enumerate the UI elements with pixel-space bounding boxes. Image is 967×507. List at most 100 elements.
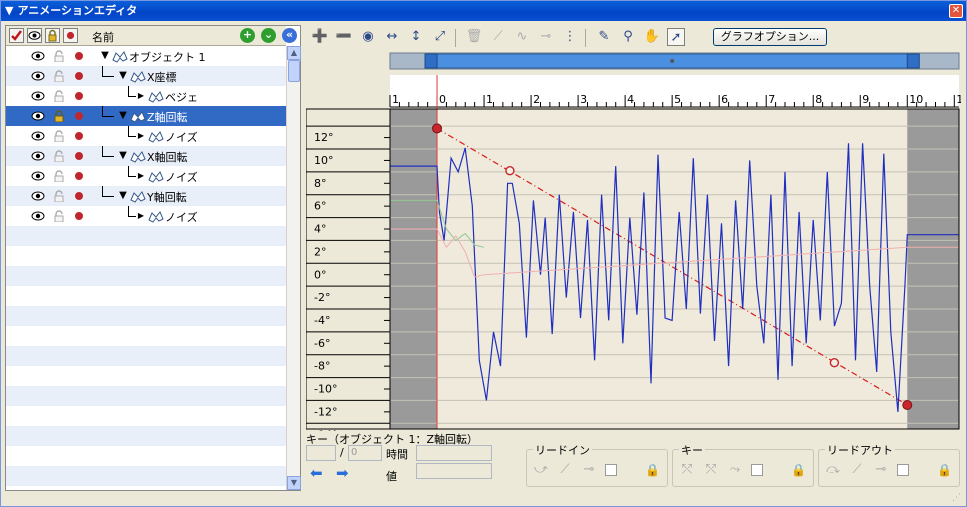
track-row[interactable]	[6, 286, 286, 306]
select-arrow-icon[interactable]: ➚	[667, 28, 685, 46]
record-icon[interactable]	[75, 92, 83, 100]
lock-open-icon[interactable]	[52, 50, 66, 63]
track-row[interactable]: ▶ ノイズ	[6, 206, 286, 226]
lock-closed-icon[interactable]	[52, 110, 66, 123]
scroll-up-icon[interactable]: ▲	[287, 46, 301, 60]
add-point-icon[interactable]: ✎	[595, 28, 613, 46]
eye-icon[interactable]	[31, 130, 45, 142]
step-icon[interactable]: ⊸	[537, 28, 555, 46]
trash-icon[interactable]: 🗑	[465, 28, 483, 46]
record-icon[interactable]	[63, 28, 78, 43]
view-all-icon[interactable]: ◉	[359, 28, 377, 46]
record-icon[interactable]	[75, 212, 83, 220]
lead-in-checkbox[interactable]	[605, 464, 617, 476]
track-row[interactable]	[6, 466, 286, 486]
lead-in-smooth-icon[interactable]: ⤻	[533, 462, 549, 478]
lock-icon[interactable]	[45, 28, 60, 43]
track-row[interactable]: ▶ ノイズ	[6, 126, 286, 146]
eye-icon[interactable]	[31, 110, 45, 122]
track-row[interactable]	[6, 426, 286, 446]
track-row[interactable]: ▶ ノイズ	[6, 166, 286, 186]
track-row[interactable]: ▼ オブジェクト 1	[6, 46, 286, 66]
eye-icon[interactable]	[31, 150, 45, 162]
lock-open-icon[interactable]	[52, 90, 66, 103]
collapse-triangle-icon[interactable]: ▼	[116, 150, 130, 162]
track-row[interactable]: ▶ ベジェ	[6, 86, 286, 106]
record-icon[interactable]	[75, 112, 83, 120]
check-icon[interactable]	[9, 28, 24, 43]
lock-open-icon[interactable]	[52, 190, 66, 203]
eye-icon[interactable]	[31, 210, 45, 222]
record-icon[interactable]	[75, 192, 83, 200]
lock-open-icon[interactable]	[52, 210, 66, 223]
key-point[interactable]	[432, 123, 443, 134]
expand-triangle-icon[interactable]: ▶	[134, 130, 148, 142]
curve-graph[interactable]: 1 0 1 2 3 4 5 6 7 8 9 10 112°10°8°6°4°2°0°-2°-4°-6°-…	[306, 51, 961, 431]
track-row[interactable]	[6, 406, 286, 426]
resize-grip-icon[interactable]: ⋰	[952, 492, 964, 504]
lead-out-smooth-icon[interactable]: ⤼	[825, 462, 841, 478]
curve-graph-area[interactable]: 1 0 1 2 3 4 5 6 7 8 9 10 1 12° 10° 8° 6° 4° 2° 0° -2° -4° -6° -…	[306, 51, 961, 431]
eye-icon[interactable]	[31, 170, 45, 182]
expand-triangle-icon[interactable]: ▶	[134, 170, 148, 182]
eye-icon[interactable]	[31, 70, 45, 82]
smooth-icon[interactable]: ∿	[513, 28, 531, 46]
collapse-icon[interactable]: «	[282, 28, 297, 43]
track-row[interactable]: ▼ X軸回転	[6, 146, 286, 166]
lead-in-lock-icon[interactable]: 🔒	[645, 462, 660, 478]
lock-open-icon[interactable]	[52, 130, 66, 143]
track-row[interactable]	[6, 226, 286, 246]
time-field[interactable]	[416, 445, 492, 461]
lead-in-step-icon[interactable]: ⊸	[581, 462, 597, 478]
track-row[interactable]	[6, 386, 286, 406]
track-row[interactable]	[6, 366, 286, 386]
track-row[interactable]	[6, 306, 286, 326]
collapse-triangle-icon[interactable]: ▼	[98, 50, 112, 62]
track-row[interactable]: ▼ X座標	[6, 66, 286, 86]
collapse-triangle-icon[interactable]: ▼	[116, 190, 130, 202]
record-icon[interactable]	[75, 72, 83, 80]
expand-triangle-icon[interactable]: ▶	[134, 210, 148, 222]
lead-in-linear-icon[interactable]: ⟋	[557, 462, 573, 478]
scroll-down-icon[interactable]: ▼	[287, 476, 301, 490]
bezier-handle[interactable]	[505, 166, 515, 176]
track-row[interactable]	[6, 446, 286, 466]
lead-out-lock-icon[interactable]: 🔒	[937, 462, 952, 478]
value-field[interactable]	[416, 463, 492, 479]
lead-out-linear-icon[interactable]: ⟋	[849, 462, 865, 478]
frame-total-field[interactable]: 0	[348, 445, 382, 461]
collapse-triangle-icon[interactable]: ▼	[116, 110, 130, 122]
record-icon[interactable]	[75, 152, 83, 160]
add-icon[interactable]: +	[240, 28, 255, 43]
next-key-icon[interactable]: ➡	[336, 464, 349, 482]
record-icon[interactable]	[75, 132, 83, 140]
key-point[interactable]	[902, 400, 913, 410]
lock-open-icon[interactable]	[52, 70, 66, 83]
lead-out-checkbox[interactable]	[897, 464, 909, 476]
menu-triangle-icon[interactable]: ▼	[5, 4, 13, 17]
lock-open-icon[interactable]	[52, 150, 66, 163]
key-checkbox[interactable]	[751, 464, 763, 476]
track-row[interactable]	[6, 346, 286, 366]
timeline-end-handle[interactable]	[906, 53, 920, 69]
track-row[interactable]	[6, 266, 286, 286]
linear-icon[interactable]: ⟋	[489, 28, 507, 46]
fit-selection-icon[interactable]: ⤢	[431, 28, 449, 46]
track-row[interactable]: ▼ Y軸回転	[6, 186, 286, 206]
track-row[interactable]	[6, 326, 286, 346]
eye-icon[interactable]	[27, 28, 42, 43]
pan-hand-icon[interactable]: ✋	[643, 28, 661, 46]
scroll-thumb[interactable]	[288, 60, 300, 82]
lead-out-step-icon[interactable]: ⊸	[873, 462, 889, 478]
eye-icon[interactable]	[31, 190, 45, 202]
frame-current-field[interactable]	[306, 445, 336, 461]
more-icon[interactable]: ⋮	[561, 28, 579, 46]
timeline-start-handle[interactable]	[424, 53, 438, 69]
delete-key-icon[interactable]: ➖	[335, 28, 353, 46]
track-row[interactable]	[6, 246, 286, 266]
graph-options-button[interactable]: グラフオプション...	[713, 28, 827, 46]
eye-icon[interactable]	[31, 50, 45, 62]
close-button[interactable]: ✕	[949, 4, 963, 18]
add-key-icon[interactable]: ➕	[311, 28, 329, 46]
title-bar[interactable]: ▼ アニメーションエディタ ✕	[1, 1, 966, 21]
